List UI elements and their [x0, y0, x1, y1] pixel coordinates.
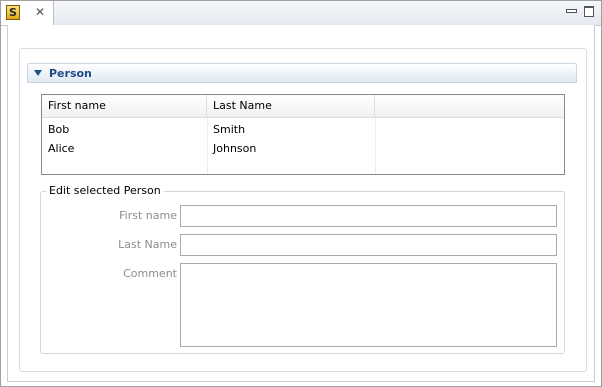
table-row[interactable]: Alice Johnson	[42, 139, 564, 158]
minimize-icon[interactable]	[565, 5, 577, 17]
maximize-icon[interactable]	[583, 5, 595, 17]
cell-first-name: Bob	[48, 123, 70, 136]
comment-label: Comment	[123, 267, 177, 280]
comment-field[interactable]	[180, 263, 557, 347]
expand-triangle-icon[interactable]	[34, 70, 42, 76]
tab-strip: S ✕	[1, 1, 601, 26]
app-s-icon: S	[6, 5, 20, 20]
editor-tab[interactable]: S ✕	[1, 1, 54, 25]
section-title: Person	[49, 67, 92, 80]
first-name-label: First name	[119, 209, 177, 222]
column-header-last-name[interactable]: Last Name	[207, 95, 375, 117]
last-name-field[interactable]	[180, 234, 557, 256]
cell-last-name: Johnson	[213, 142, 257, 155]
close-icon[interactable]: ✕	[34, 6, 46, 18]
column-header-first-name[interactable]: First name	[42, 95, 207, 117]
last-name-label: Last Name	[118, 238, 177, 251]
section-header-person[interactable]: Person	[27, 63, 577, 83]
cell-first-name: Alice	[48, 142, 75, 155]
group-title: Edit selected Person	[46, 184, 164, 197]
first-name-field[interactable]	[180, 205, 557, 227]
table-header: First name Last Name	[42, 95, 564, 118]
person-table[interactable]: First name Last Name Bob Smith Alice Joh…	[41, 94, 565, 175]
column-header-filler	[375, 95, 564, 117]
table-row[interactable]: Bob Smith	[42, 120, 564, 139]
cell-last-name: Smith	[213, 123, 246, 136]
editor-window: S ✕ Person First name Last Name Bob Smit…	[0, 0, 602, 387]
